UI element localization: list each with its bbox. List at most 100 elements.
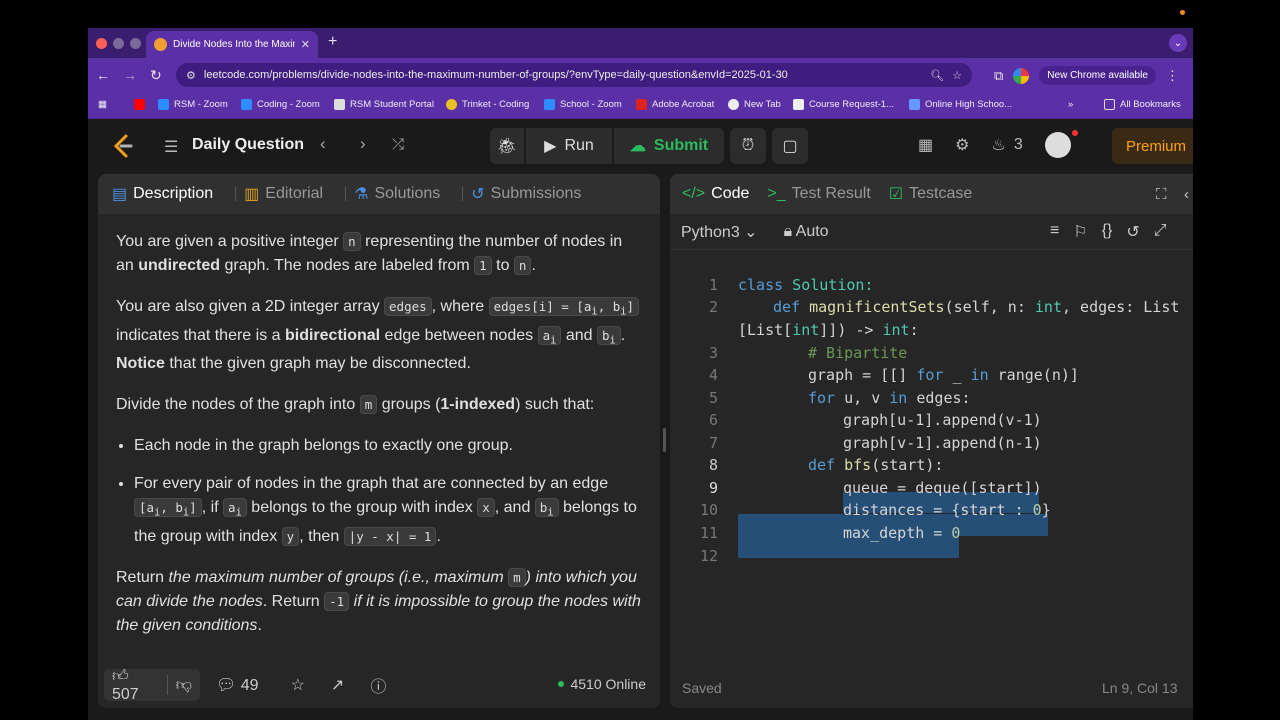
apps-icon[interactable]: ▦ bbox=[98, 99, 107, 110]
code-line: class Solution: bbox=[738, 276, 873, 294]
premium-button[interactable]: Premium bbox=[1112, 128, 1193, 164]
notes-icon[interactable]: ▢ bbox=[772, 128, 808, 164]
close-window-button[interactable] bbox=[96, 38, 107, 49]
bookmark-item[interactable]: Coding - Zoom bbox=[241, 99, 320, 110]
tab-submissions[interactable]: ↺ Submissions bbox=[471, 184, 581, 204]
class-name: Solution: bbox=[783, 276, 874, 294]
problem-list-icon[interactable]: ☰ bbox=[164, 137, 178, 157]
bookmark-item[interactable]: Adobe Acrobat bbox=[636, 99, 714, 110]
bookmark-item[interactable]: RSM Student Portal bbox=[334, 99, 434, 110]
bookmark-label: Trinket - Coding bbox=[462, 99, 530, 110]
reload-icon[interactable]: ↻ bbox=[150, 67, 162, 84]
bookmark-item[interactable]: Trinket - Coding bbox=[446, 99, 529, 110]
zoom-icon bbox=[158, 99, 169, 110]
text: , where bbox=[431, 298, 489, 315]
bookmark-youtube[interactable] bbox=[134, 99, 145, 110]
expand-icon[interactable]: ⤢ bbox=[1154, 222, 1167, 242]
run-button[interactable]: ▶ Run bbox=[526, 128, 612, 164]
user-avatar[interactable] bbox=[1044, 130, 1078, 158]
thumbs-down-icon[interactable]: 👎︎ bbox=[168, 676, 200, 695]
help-icon[interactable]: ⓘ bbox=[370, 673, 386, 697]
close-tab-icon[interactable]: ✕ bbox=[301, 38, 310, 51]
auto-mode-toggle[interactable]: 🔒︎ Auto bbox=[784, 223, 829, 241]
code-part: a bbox=[228, 500, 236, 515]
zoom-icon[interactable]: 🔍︎ bbox=[930, 69, 944, 82]
text: . bbox=[620, 326, 626, 344]
run-submit-group: 🐞︎ ▶ Run ☁ Submit ⏰︎ ▢ bbox=[490, 128, 808, 164]
keyword: def bbox=[808, 456, 836, 474]
layout-icon[interactable]: ▦ bbox=[918, 135, 933, 155]
prev-problem-icon[interactable]: ‹ bbox=[320, 134, 326, 154]
new-tab-icon[interactable]: + bbox=[328, 33, 337, 51]
text: . bbox=[257, 616, 262, 634]
tab-editorial[interactable]: ▥ Editorial bbox=[244, 184, 323, 204]
tab-description[interactable]: ▤ Description bbox=[112, 184, 213, 204]
like-button[interactable]: 👍︎ 507 bbox=[104, 667, 167, 704]
inline-code: n bbox=[343, 232, 361, 251]
browser-tab[interactable]: Divide Nodes Into the Maximum Number of … bbox=[146, 31, 318, 58]
play-icon: ▶ bbox=[544, 138, 557, 155]
comments-button[interactable]: 💬︎ 49 bbox=[216, 675, 259, 695]
star-icon[interactable]: ☆ bbox=[291, 675, 305, 695]
code-panel: </> Code >_ Test Result ☑ Testcase ⛶ ‹ Pyth… bbox=[670, 174, 1193, 708]
folder-icon bbox=[1104, 99, 1115, 110]
address-bar[interactable]: ⚙ leetcode.com/problems/divide-nodes-int… bbox=[176, 63, 972, 87]
forward-icon[interactable]: → bbox=[123, 67, 137, 83]
alarm-icon[interactable]: ⏰︎ bbox=[730, 128, 766, 164]
code-text: u, v bbox=[835, 389, 890, 407]
editor-actions: ≡ ⚐ {} ↺ ⤢ bbox=[1050, 222, 1167, 242]
code-line: for u, v in edges: bbox=[808, 389, 971, 407]
line-number: 9 bbox=[708, 479, 718, 497]
cloud-upload-icon: ☁ bbox=[629, 138, 646, 155]
tab-separator bbox=[462, 187, 464, 201]
bookmark-label: RSM Student Portal bbox=[350, 99, 434, 110]
shuffle-icon[interactable]: ⤮ bbox=[392, 136, 404, 153]
browser-window: Divide Nodes Into the Maximum Number of … bbox=[88, 28, 1193, 720]
bookmark-icon[interactable]: ⚐ bbox=[1073, 222, 1087, 242]
panel-resize-handle[interactable] bbox=[663, 428, 666, 452]
bookmark-item[interactable]: School - Zoom bbox=[544, 99, 622, 110]
next-problem-icon[interactable]: › bbox=[360, 134, 366, 154]
tab-solutions[interactable]: ⚗ Solutions bbox=[354, 184, 440, 204]
minimize-window-button[interactable] bbox=[113, 38, 124, 49]
language-select[interactable]: Python3 ⌄ bbox=[681, 222, 758, 242]
streak-counter[interactable]: ♨ 3 bbox=[991, 135, 1022, 155]
bookmark-item[interactable]: Course Request-1... bbox=[793, 99, 894, 110]
settings-icon[interactable]: ⚙ bbox=[955, 135, 969, 155]
back-icon[interactable]: ← bbox=[96, 67, 110, 83]
bold-text: 1-indexed bbox=[440, 396, 516, 413]
bookmark-item[interactable]: RSM - Zoom bbox=[158, 99, 228, 110]
collapse-icon[interactable]: ‹ bbox=[1184, 186, 1189, 203]
all-bookmarks[interactable]: All Bookmarks bbox=[1104, 99, 1181, 110]
braces-icon[interactable]: {} bbox=[1102, 222, 1113, 242]
format-icon[interactable]: ≡ bbox=[1050, 222, 1059, 242]
extensions-icon[interactable]: ⧉ bbox=[994, 68, 1003, 84]
fullscreen-icon[interactable]: ⛶ bbox=[1156, 186, 1167, 203]
more-bookmarks-icon[interactable]: » bbox=[1068, 99, 1073, 110]
tab-search-icon[interactable]: ⌄ bbox=[1169, 34, 1187, 52]
bold-text: bidirectional bbox=[284, 326, 381, 344]
tab-code[interactable]: </> Code bbox=[682, 185, 749, 203]
tab-testcase[interactable]: ☑ Testcase bbox=[889, 184, 972, 204]
daily-question-title[interactable]: Daily Question bbox=[192, 136, 304, 154]
leetcode-logo-icon[interactable] bbox=[112, 134, 134, 158]
debug-icon[interactable]: 🐞︎ bbox=[490, 128, 524, 164]
chrome-menu-icon[interactable]: ⋮ bbox=[1166, 68, 1179, 84]
reset-icon[interactable]: ↺ bbox=[1126, 222, 1139, 242]
maximize-window-button[interactable] bbox=[130, 38, 141, 49]
bookmark-item[interactable]: Online High Schoo... bbox=[909, 99, 1012, 110]
code-part: b bbox=[601, 327, 610, 343]
site-info-icon[interactable]: ⚙ bbox=[186, 69, 196, 82]
screen: Divide Nodes Into the Maximum Number of … bbox=[0, 0, 1280, 720]
profile-icon[interactable] bbox=[1013, 67, 1030, 84]
description-tabs: ▤ Description ▥ Editorial ⚗ Solutions ↺ Subm… bbox=[98, 174, 660, 214]
line-number: 12 bbox=[699, 547, 718, 565]
new-chrome-available-button[interactable]: New Chrome available bbox=[1039, 66, 1156, 85]
bookmark-star-icon[interactable]: ☆ bbox=[952, 69, 962, 82]
bookmark-item[interactable]: New Tab bbox=[728, 99, 781, 110]
share-icon[interactable]: ↗ bbox=[331, 675, 344, 695]
code-editor[interactable]: 1 2 3 4 5 6 7 8 9 10 11 12 class Solutio… bbox=[670, 260, 1193, 660]
tab-test-result[interactable]: >_ Test Result bbox=[767, 185, 870, 203]
code-part: ] bbox=[189, 500, 197, 515]
submit-button[interactable]: ☁ Submit bbox=[614, 128, 724, 164]
